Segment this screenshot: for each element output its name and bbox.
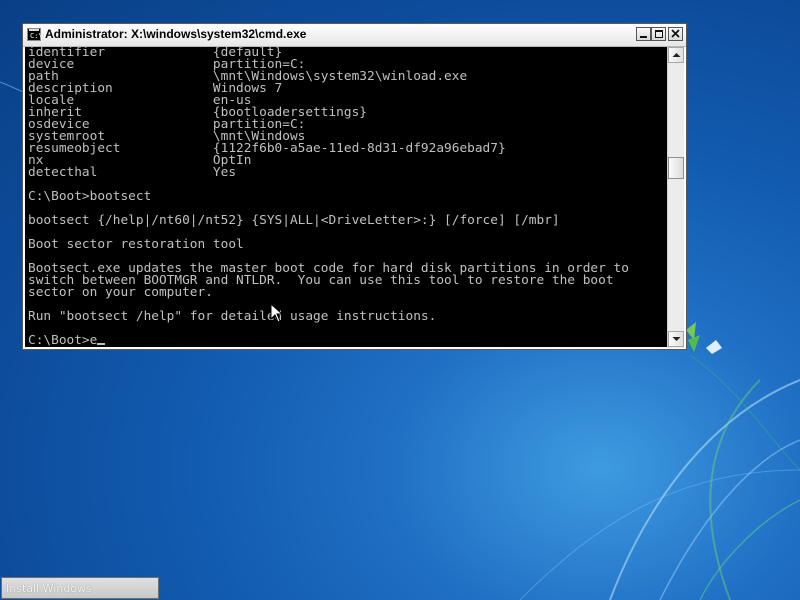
text-cursor <box>97 343 106 345</box>
console-icon[interactable]: C:\ <box>27 28 43 41</box>
console-line: C:\Boot>e <box>28 334 629 347</box>
scroll-down-button[interactable] <box>668 331 684 347</box>
install-windows-taskbar-button[interactable]: Install Windows <box>1 577 159 599</box>
console-line: sector on your computer. <box>28 285 213 300</box>
console-line: Boot sector restoration tool <box>28 237 244 252</box>
minimize-icon <box>640 36 647 38</box>
minimize-button[interactable] <box>636 27 651 41</box>
cmd-window[interactable]: C:\ Administrator: X:\windows\system32\c… <box>22 23 687 350</box>
install-windows-label: Install Windows <box>6 582 92 595</box>
close-button[interactable] <box>668 27 683 41</box>
scroll-up-icon <box>672 53 681 57</box>
scroll-down-icon <box>672 337 681 341</box>
console-icon-glyph: C:\ <box>30 32 43 40</box>
maximize-icon <box>655 30 663 38</box>
title-bar[interactable]: C:\ Administrator: X:\windows\system32\c… <box>23 24 686 47</box>
console-line: Run "bootsect /help" for detailed usage … <box>28 309 437 324</box>
close-icon <box>671 29 680 38</box>
console-text: identifier {default} device partition=C: p… <box>28 47 629 347</box>
scroll-up-button[interactable] <box>668 47 684 63</box>
scrollbar-thumb[interactable] <box>668 157 684 179</box>
maximize-button[interactable] <box>651 27 666 41</box>
mouse-pointer-icon <box>270 303 284 323</box>
console-line: bootsect {/help|/nt60|/nt52} {SYS|ALL|<D… <box>28 213 560 228</box>
vertical-scrollbar[interactable] <box>667 47 684 348</box>
console-line: detecthal Yes <box>28 165 237 180</box>
console-line: C:\Boot>bootsect <box>28 189 152 204</box>
console-output[interactable]: identifier {default} device partition=C: p… <box>25 47 667 347</box>
window-title: Administrator: X:\windows\system32\cmd.e… <box>45 27 307 41</box>
